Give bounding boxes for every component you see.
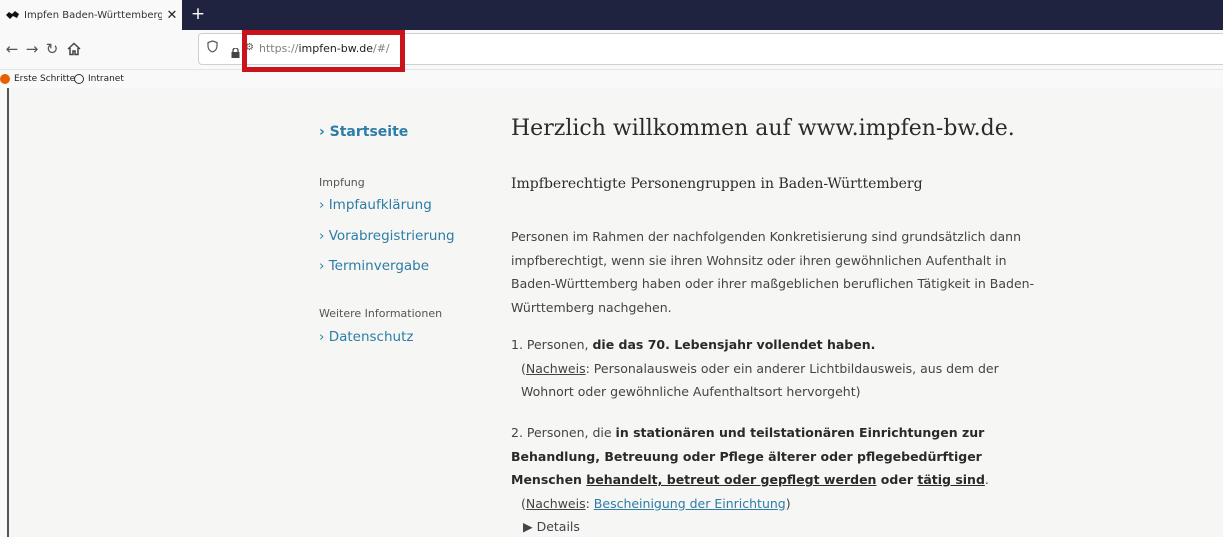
tab-impfen[interactable]: Impfen Baden-Württemberg ✕: [0, 0, 182, 30]
list-item-1: 1. Personen, die das 70. Lebensjahr voll…: [511, 337, 999, 399]
home-icon[interactable]: [64, 39, 84, 59]
sidebar-heading-impfung: Impfung: [319, 176, 365, 189]
new-tab-button[interactable]: +: [189, 4, 207, 24]
back-icon[interactable]: ←: [2, 39, 22, 59]
sidebar-item-datenschutz[interactable]: › Datenschutz: [319, 329, 413, 345]
sidebar-item-terminvergabe[interactable]: › Terminvergabe: [319, 258, 429, 274]
favicon-icon: [6, 11, 19, 19]
intro-paragraph: Personen im Rahmen der nachfolgenden Kon…: [511, 229, 1035, 315]
sidebar-item-impfaufklaerung[interactable]: › Impfaufklärung: [319, 197, 432, 213]
tracking-protection-icon[interactable]: [207, 40, 218, 56]
page-subtitle: Impfberechtigte Personengruppen in Baden…: [511, 176, 923, 192]
lock-icon[interactable]: [231, 43, 240, 58]
forward-icon[interactable]: →: [22, 39, 42, 59]
page-title: Herzlich willkommen auf www.impfen-bw.de…: [511, 116, 1015, 141]
navigation-bar: ← → ↻ ⚙ https://impfen-bw.de/#/: [0, 30, 1223, 70]
reload-icon[interactable]: ↻: [42, 39, 62, 59]
firefox-icon: [0, 74, 10, 84]
page-content: › Startseite Impfung › Impfaufklärung › …: [7, 88, 1223, 537]
bookmark-intranet[interactable]: Intranet: [74, 74, 124, 84]
globe-icon: [74, 74, 84, 84]
tab-strip: Impfen Baden-Württemberg ✕ +: [0, 0, 1223, 30]
url-highlight-box: [242, 30, 405, 72]
bookmark-erste-schritte[interactable]: Erste Schritte: [0, 74, 75, 84]
tab-close-icon[interactable]: ✕: [162, 8, 182, 23]
details-toggle[interactable]: ▶ Details: [523, 519, 580, 534]
bescheinigung-link[interactable]: Bescheinigung der Einrichtung: [594, 496, 786, 511]
nachweis-label: Nachweis: [525, 360, 586, 376]
sidebar-heading-weitere-informationen: Weitere Informationen: [319, 307, 443, 320]
sidebar-item-vorabregistrierung[interactable]: › Vorabregistrierung: [319, 228, 455, 244]
sidebar-item-startseite[interactable]: › Startseite: [319, 124, 408, 140]
bookmarks-toolbar: Erste Schritte Intranet: [0, 72, 1223, 88]
list-item-2: 2. Personen, die in stationären und teil…: [511, 425, 989, 511]
tab-title: Impfen Baden-Württemberg: [24, 9, 162, 21]
